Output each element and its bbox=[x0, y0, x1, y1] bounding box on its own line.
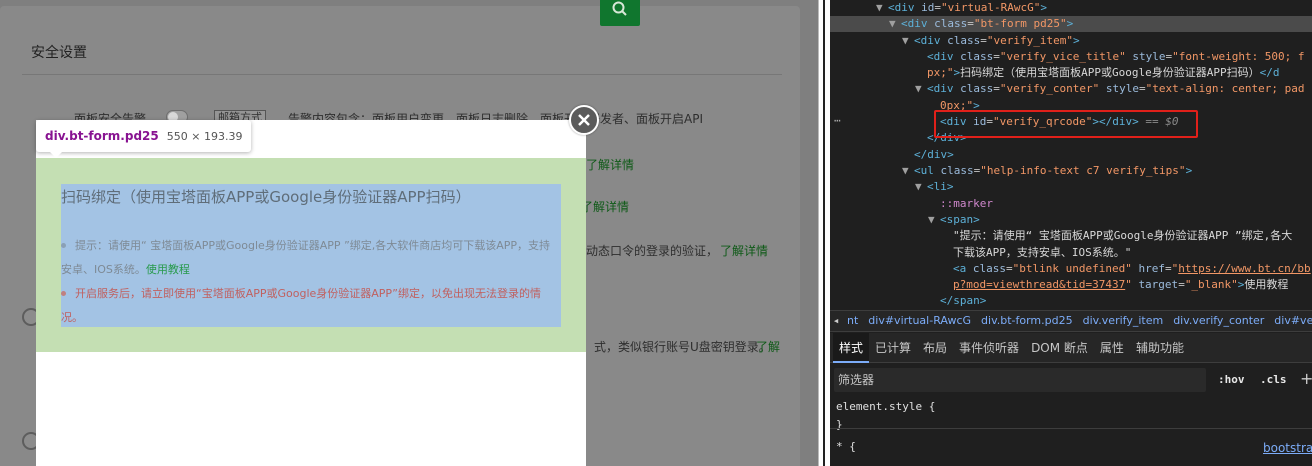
styles-tab[interactable]: 布局 bbox=[917, 333, 953, 363]
dom-node-line[interactable]: </div> bbox=[830, 147, 1312, 163]
dom-node-line[interactable]: ▼ <li> bbox=[830, 179, 1312, 195]
dom-node-line[interactable]: <div class="verify_vice_title" style="fo… bbox=[830, 49, 1312, 65]
dom-breadcrumb: ◂ nt div#virtual-RAwcG div.bt-form.pd25 div.… bbox=[830, 310, 1312, 332]
dom-node-line[interactable]: ▼ <div class="verify_conter" style="text-… bbox=[830, 81, 1312, 97]
styles-tab[interactable]: 属性 bbox=[1094, 333, 1130, 363]
elements-tree: ▼ <div id="virtual-RAwcG"> ▼ <div class="bt… bbox=[830, 0, 1312, 308]
tip-download-text: 提示：请使用“ 宝塔面板APP或Google身份验证器APP ”绑定,各大软件商… bbox=[61, 239, 551, 276]
breadcrumb-item[interactable]: div#virtual-RAwcG bbox=[863, 311, 976, 331]
dom-node-line[interactable]: px;">扫码绑定（使用宝塔面板APP或Google身份验证器APP扫码）</d bbox=[830, 65, 1312, 81]
learn-more-link[interactable]: 了解详情 bbox=[720, 242, 768, 259]
breadcrumb-item[interactable]: div.verify_item bbox=[1078, 311, 1169, 331]
dom-node-markup: <span> bbox=[940, 213, 980, 226]
hover-state-button[interactable]: :hov bbox=[1218, 373, 1245, 386]
dom-node-line[interactable]: ▼ <span> bbox=[830, 212, 1312, 228]
otp-description: 动态口令的登录的验证， bbox=[586, 244, 719, 258]
search-icon bbox=[612, 1, 627, 16]
expand-triangle-icon[interactable]: ▼ bbox=[915, 81, 927, 97]
styles-tab[interactable]: DOM 断点 bbox=[1025, 333, 1094, 363]
verify-title: 扫码绑定（使用宝塔面板APP或Google身份验证器APP扫码） bbox=[61, 188, 471, 206]
class-toggle-button[interactable]: .cls bbox=[1260, 373, 1287, 386]
styles-pane: element.style { } * { bootstra bbox=[830, 395, 1312, 466]
dom-node-line[interactable]: "提示：请使用“ 宝塔面板APP或Google身份验证器APP ”绑定,各大 bbox=[830, 228, 1312, 244]
dom-node-line[interactable]: ▼ <div class="bt-form pd25"> bbox=[830, 16, 1312, 32]
expand-triangle-icon[interactable]: ▼ bbox=[876, 0, 888, 16]
dom-node-line[interactable]: <a class="btlink undefined" href="https:… bbox=[830, 261, 1312, 277]
modal-close-button[interactable] bbox=[569, 105, 599, 135]
inspector-tooltip: div.bt-form.pd25 550 × 193.39 bbox=[36, 120, 252, 158]
dom-node-markup: <div class="verify_conter" style="text-a… bbox=[927, 82, 1305, 95]
new-rule-button[interactable]: + bbox=[1300, 369, 1312, 388]
styles-tabbar: 样式 已计算 布局 事件侦听器 DOM 断点 属性 辅助功能 bbox=[830, 333, 1312, 363]
dom-node-markup: <div class="verify_vice_title" style="fo… bbox=[927, 50, 1305, 63]
styles-tab[interactable]: 样式 bbox=[833, 333, 870, 363]
learn-more-link[interactable]: 了解详情 bbox=[581, 198, 629, 215]
styles-tab[interactable]: 辅助功能 bbox=[1130, 333, 1190, 363]
tip-download-app: 提示：请使用“ 宝塔面板APP或Google身份验证器APP ”绑定,各大软件商… bbox=[61, 234, 561, 282]
styles-filter-input[interactable] bbox=[834, 368, 1206, 392]
dom-node-markup: <div class="bt-form pd25"> bbox=[901, 17, 1074, 30]
dom-node-line[interactable]: 下载该APP，支持安卓、IOS系统。" bbox=[830, 245, 1312, 261]
dom-node-line[interactable]: ▼ <div class="verify_item"> bbox=[830, 33, 1312, 49]
breadcrumb-scroll-left-icon[interactable]: ◂ bbox=[830, 311, 842, 331]
dom-node-line[interactable]: ▼ <div id="virtual-RAwcG"> bbox=[830, 0, 1312, 16]
universal-rule[interactable]: * { bbox=[836, 439, 856, 455]
inspector-dimensions: 550 × 193.39 bbox=[166, 129, 243, 143]
tip-bind-warning: 开启服务后，请立即使用“宝塔面板APP或Google身份验证器APP”绑定，以免… bbox=[61, 282, 561, 330]
more-icon[interactable]: ⋯ bbox=[834, 114, 841, 127]
stylesheet-source-link[interactable]: bootstra bbox=[1263, 441, 1312, 455]
dom-node-markup: "提示：请使用“ 宝塔面板APP或Google身份验证器APP ”绑定,各大 bbox=[953, 229, 1293, 242]
dom-node-line[interactable]: ▼ <ul class="help-info-text c7 verify_tip… bbox=[830, 163, 1312, 179]
expand-triangle-icon[interactable]: ▼ bbox=[928, 212, 940, 228]
dom-node-line[interactable]: p?mod=viewthread&tid=37437" target="_bla… bbox=[830, 277, 1312, 293]
tutorial-link[interactable]: 使用教程 bbox=[146, 263, 190, 276]
dom-node-markup: 下载该APP，支持安卓、IOS系统。" bbox=[953, 246, 1132, 259]
dom-node-markup: <a class="btlink undefined" href="https:… bbox=[953, 262, 1311, 275]
dom-node-markup: px;">扫码绑定（使用宝塔面板APP或Google身份验证器APP扫码）</d bbox=[927, 66, 1280, 79]
page-viewport: 安全设置 面板安全告警 邮箱方式 告警内容包含：面板用户变更、面板日志删除、面板… bbox=[0, 0, 818, 466]
element-style-rule[interactable]: element.style { bbox=[836, 399, 935, 415]
tip-bind-text: 开启服务后，请立即使用“宝塔面板APP或Google身份验证器APP”绑定，以免… bbox=[61, 287, 541, 324]
breadcrumb-item[interactable]: nt bbox=[842, 311, 863, 331]
dom-node-markup: ::marker bbox=[940, 197, 993, 210]
rule-divider bbox=[830, 428, 1312, 429]
dom-node-markup: <li> bbox=[927, 180, 954, 193]
search-button[interactable] bbox=[600, 0, 640, 26]
bullet-icon bbox=[61, 290, 66, 296]
expand-triangle-icon[interactable]: ▼ bbox=[902, 163, 914, 179]
close-icon bbox=[578, 114, 590, 126]
dom-node-markup: <ul class="help-info-text c7 verify_tips… bbox=[914, 164, 1193, 177]
learn-more-link[interactable]: 了解 bbox=[756, 338, 780, 355]
expand-triangle-icon[interactable]: ▼ bbox=[915, 179, 927, 195]
breadcrumb-item[interactable]: div#ve bbox=[1269, 311, 1312, 331]
expand-triangle-icon[interactable]: ▼ bbox=[902, 33, 914, 49]
breadcrumb-item[interactable]: div.verify_conter bbox=[1168, 311, 1269, 331]
dom-node-line[interactable]: </span> bbox=[830, 293, 1312, 308]
dom-node-markup: </div> bbox=[914, 148, 954, 161]
styles-tab[interactable]: 事件侦听器 bbox=[953, 333, 1025, 363]
learn-more-link[interactable]: 了解详情 bbox=[586, 156, 634, 173]
rule-close-brace: } bbox=[836, 418, 843, 431]
dom-node-markup: </span> bbox=[940, 294, 987, 307]
section-divider bbox=[22, 74, 782, 75]
inspector-selector: div.bt-form.pd25 bbox=[45, 129, 159, 143]
bind-2fa-modal: 扫码绑定（使用宝塔面板APP或Google身份验证器APP扫码） 提示：请使用“… bbox=[36, 120, 586, 466]
section-title: 安全设置 bbox=[31, 45, 87, 61]
devtools-panel: ▼ <div id="virtual-RAwcG"> ▼ <div class="bt… bbox=[830, 0, 1312, 466]
styles-filter-row: :hov .cls + bbox=[830, 366, 1312, 394]
styles-tab[interactable]: 已计算 bbox=[869, 333, 917, 363]
bullet-icon bbox=[61, 242, 66, 248]
breadcrumb-item[interactable]: div.bt-form.pd25 bbox=[976, 311, 1078, 331]
annotation-highlight-box bbox=[934, 110, 1198, 138]
expand-triangle-icon[interactable]: ▼ bbox=[889, 16, 901, 32]
dom-node-markup: <div class="verify_item"> bbox=[914, 34, 1080, 47]
key-login-description: 式，类似银行账号U盘密钥登录。 bbox=[594, 340, 771, 354]
dom-node-markup: <div id="virtual-RAwcG"> bbox=[888, 1, 1047, 14]
dom-node-markup: p?mod=viewthread&tid=37437" target="_bla… bbox=[953, 278, 1289, 291]
dom-node-line[interactable]: ::marker bbox=[830, 196, 1312, 212]
panel-splitter[interactable] bbox=[818, 0, 828, 466]
